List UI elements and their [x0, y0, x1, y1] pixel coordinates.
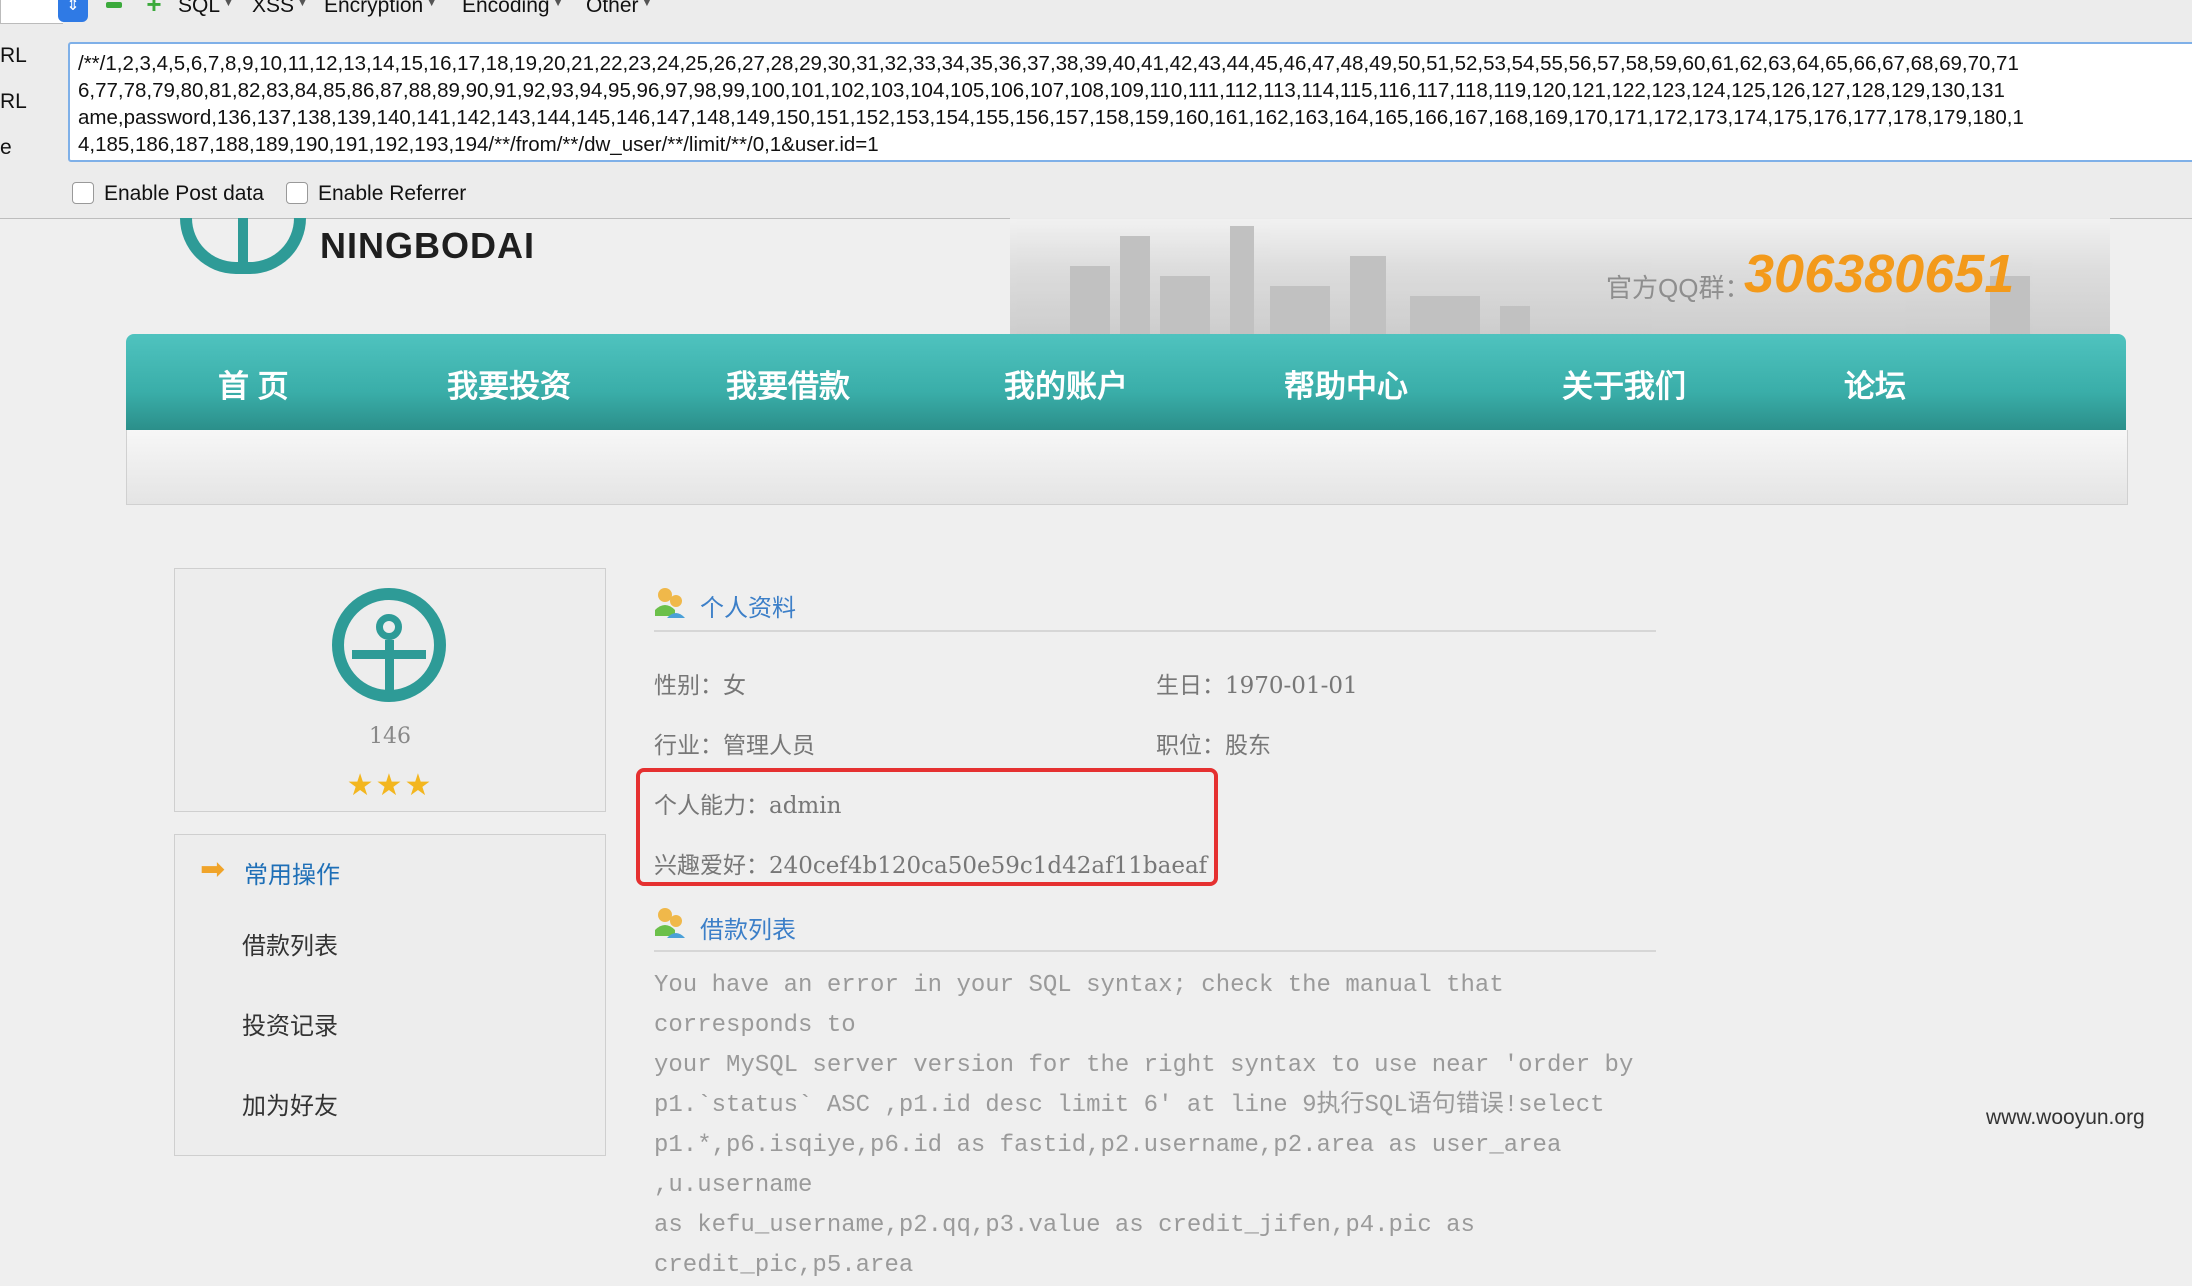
menu-sql[interactable]: SQL ▼: [178, 0, 234, 18]
divider: [654, 630, 1656, 632]
loan-list-title[interactable]: 借款列表: [700, 910, 796, 945]
nav-my-account[interactable]: 我的账户: [1004, 361, 1128, 406]
ability-field: 个人能力：admin: [654, 793, 842, 819]
position-field: 职位：股东: [1156, 733, 1271, 759]
common-operations-title: 常用操作: [244, 862, 340, 889]
dropdown-caret-icon: ▼: [223, 0, 234, 9]
ops-item-loan-list[interactable]: 借款列表: [242, 926, 338, 961]
menu-encoding[interactable]: Encoding ▼: [462, 0, 563, 18]
watermark: www.wooyun.org: [1986, 1106, 2145, 1129]
qq-group-number: 306380651: [1744, 244, 2015, 304]
url-line: 6,77,78,79,80,81,82,83,84,85,86,87,88,89…: [78, 79, 2005, 102]
rating-stars-icon: ★★★: [346, 769, 434, 802]
enable-post-data-checkbox[interactable]: Enable Post data: [72, 182, 264, 206]
users-icon: [655, 588, 685, 618]
user-number: 146: [369, 724, 411, 749]
avatar-body-icon: [385, 640, 394, 690]
nav-help-center[interactable]: 帮助中心: [1284, 361, 1408, 406]
qq-group-label: 官方QQ群：: [1606, 273, 1751, 303]
checkbox-box[interactable]: [72, 182, 94, 204]
nav-borrow[interactable]: 我要借款: [726, 361, 850, 406]
nav-forum[interactable]: 论坛: [1844, 361, 1906, 406]
menu-encryption[interactable]: Encryption ▼: [324, 0, 437, 18]
nav-about-us[interactable]: 关于我们: [1562, 361, 1686, 406]
enable-referrer-checkbox[interactable]: Enable Referrer: [286, 182, 466, 206]
sql-error-message: You have an error in your SQL syntax; ch…: [654, 972, 1634, 1279]
birthday-field: 生日：1970-01-01: [1156, 673, 1358, 699]
url-textarea[interactable]: /**/1,2,3,4,5,6,7,8,9,10,11,12,13,14,15,…: [68, 42, 2192, 162]
logo-text: NINGBODAI: [320, 225, 535, 266]
divider: [654, 950, 1656, 952]
personal-info-title[interactable]: 个人资料: [700, 588, 796, 623]
dropdown-caret-icon: ▼: [297, 0, 308, 9]
gender-field: 性别：女: [654, 673, 746, 699]
avatar-head-icon: [376, 614, 402, 640]
ops-item-add-friend[interactable]: 加为好友: [242, 1086, 338, 1121]
url-line: /**/1,2,3,4,5,6,7,8,9,10,11,12,13,14,15,…: [78, 52, 2019, 75]
sub-nav-bar: [126, 430, 2128, 505]
dropdown-caret-icon: ▼: [641, 0, 653, 9]
main-nav: 首 页 我要投资 我要借款 我的账户 帮助中心 关于我们 论坛: [126, 334, 2126, 430]
nav-invest[interactable]: 我要投资: [447, 361, 571, 406]
industry-field: 行业：管理人员: [654, 733, 815, 759]
url-line: ame,password,136,137,138,139,140,141,142…: [78, 106, 2024, 129]
ops-item-invest-record[interactable]: 投资记录: [242, 1006, 338, 1041]
nav-home[interactable]: 首 页: [218, 361, 289, 406]
arrow-right-icon: ➡: [200, 853, 226, 886]
menu-other[interactable]: Other ▼: [586, 0, 652, 18]
hobby-field: 兴趣爱好：240cef4b120ca50e59c1d42af11baeaf: [654, 853, 1208, 879]
menu-xss[interactable]: XSS ▼: [252, 0, 308, 18]
url-line: 4,185,186,187,188,189,190,191,192,193,19…: [78, 133, 879, 156]
logo-stem: [238, 218, 248, 274]
plus-icon[interactable]: +: [144, 0, 164, 17]
side-label-execute: e: [0, 136, 12, 159]
load-select[interactable]: [0, 0, 63, 24]
hackbar-toolbar: ⇕ + SQL ▼ XSS ▼ Encryption ▼ Encoding ▼ Othe…: [0, 0, 2192, 219]
dropdown-caret-icon: ▼: [426, 0, 438, 9]
select-spinner-icon[interactable]: ⇕: [58, 0, 88, 22]
minus-icon[interactable]: [106, 2, 122, 8]
users-icon: [655, 908, 685, 938]
side-label-load-url: RL: [0, 44, 27, 67]
side-label-split-url: RL: [0, 90, 27, 113]
checkbox-box[interactable]: [286, 182, 308, 204]
avatar-arm-icon: [352, 650, 426, 659]
common-operations-card: [174, 834, 606, 1156]
dropdown-caret-icon: ▼: [552, 0, 564, 9]
